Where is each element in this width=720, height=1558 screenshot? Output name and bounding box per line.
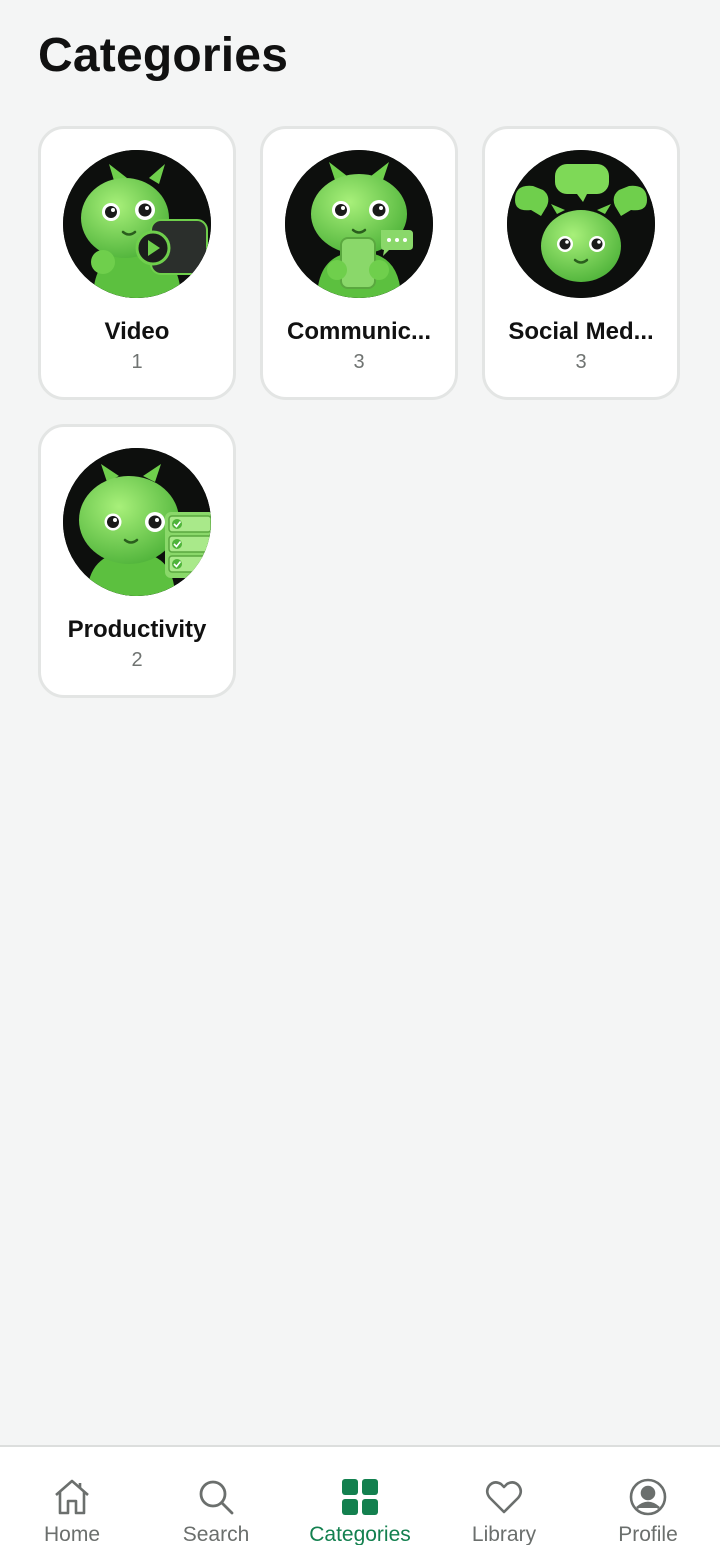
search-icon (194, 1475, 238, 1519)
home-icon (50, 1475, 94, 1519)
category-name: Social Med... (508, 318, 654, 345)
category-count: 3 (353, 351, 365, 373)
robot-social-bubbles-icon (507, 150, 655, 298)
nav-label: Categories (309, 1523, 411, 1545)
nav-item-profile[interactable]: Profile (576, 1447, 720, 1558)
category-count: 1 (131, 351, 143, 373)
robot-checklist-icon (63, 448, 211, 596)
category-grid: Video 1 Communic... 3 Social Med... 3 Pr… (38, 126, 680, 698)
profile-icon (626, 1475, 670, 1519)
category-count: 3 (575, 351, 587, 373)
nav-label: Library (471, 1523, 537, 1545)
heart-icon (482, 1475, 526, 1519)
grid-icon (338, 1475, 382, 1519)
nav-item-library[interactable]: Library (432, 1447, 576, 1558)
categories-screen: Categories Video 1 Communic... 3 Social … (0, 0, 720, 1558)
robot-chat-phone-icon (285, 150, 433, 298)
nav-item-categories[interactable]: Categories (288, 1447, 432, 1558)
nav-label: Search (182, 1523, 250, 1545)
category-card-productivity[interactable]: Productivity 2 (38, 424, 236, 698)
category-count: 2 (131, 649, 143, 671)
nav-label: Profile (618, 1523, 678, 1545)
category-name: Communic... (286, 318, 431, 345)
category-name: Video (104, 318, 170, 345)
nav-item-home[interactable]: Home (0, 1447, 144, 1558)
nav-label: Home (43, 1523, 101, 1545)
category-card-communication[interactable]: Communic... 3 (260, 126, 458, 400)
category-card-video[interactable]: Video 1 (38, 126, 236, 400)
bottom-navigation: Home Search Categories Library Profile (0, 1445, 720, 1558)
robot-video-icon (63, 150, 211, 298)
category-card-social-media[interactable]: Social Med... 3 (482, 126, 680, 400)
nav-item-search[interactable]: Search (144, 1447, 288, 1558)
category-name: Productivity (67, 616, 207, 643)
page-title: Categories (38, 29, 289, 82)
